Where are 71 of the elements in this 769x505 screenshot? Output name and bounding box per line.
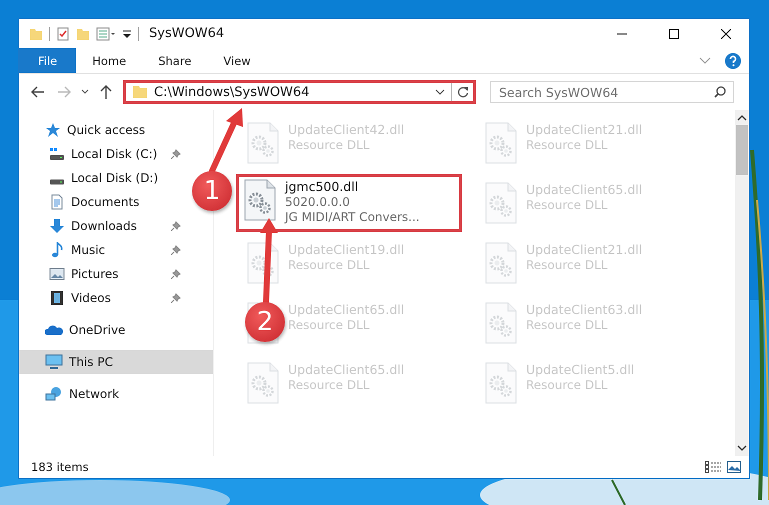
properties-icon[interactable] — [56, 26, 70, 40]
back-arrow-icon — [31, 86, 45, 98]
scrollbar-thumb[interactable] — [736, 125, 748, 175]
folder-icon — [132, 85, 148, 99]
document-icon — [49, 194, 65, 210]
nav-item[interactable]: Documents — [19, 190, 189, 214]
address-path: C:\Windows\SysWOW64 — [154, 84, 310, 100]
dll-file-icon — [484, 242, 518, 284]
item-count: 183 items — [31, 460, 90, 474]
help-icon[interactable] — [725, 52, 741, 68]
down-arrow-icon — [49, 218, 65, 234]
tiles-view-icon[interactable] — [727, 461, 741, 473]
maximize-icon — [669, 28, 679, 38]
file-detail: 5020.0.0.0 — [285, 195, 351, 209]
caret-icon[interactable] — [435, 89, 445, 95]
dll-file-icon — [484, 182, 518, 224]
refresh-icon — [456, 86, 468, 98]
dll-file-icon — [246, 362, 280, 404]
dll-file-icon — [246, 242, 280, 284]
view-options-icon[interactable] — [96, 26, 116, 40]
star-icon — [45, 122, 61, 138]
cloud-icon — [45, 323, 63, 337]
pointer-arrow — [209, 108, 243, 174]
highlighted-file-item[interactable]: jgmc500.dll 5020.0.0.0 JG MIDI/ART Convers... — [236, 174, 462, 232]
pin-icon[interactable] — [171, 149, 181, 159]
dll-file-icon — [484, 122, 518, 164]
music-note-icon — [49, 242, 65, 258]
drive-icon — [49, 147, 65, 161]
step-marker: 1 — [192, 171, 232, 211]
step-marker: 2 — [245, 302, 285, 342]
monitor-icon — [45, 354, 63, 370]
drive-icon — [49, 179, 65, 185]
film-icon — [49, 290, 65, 306]
pin-icon[interactable] — [171, 269, 181, 279]
up-arrow-icon — [100, 85, 112, 99]
pin-icon[interactable] — [171, 293, 181, 303]
dll-file-icon — [246, 122, 280, 164]
chevron-icon[interactable] — [699, 56, 711, 64]
nav-item[interactable]: Network — [19, 382, 189, 406]
network-icon — [45, 386, 63, 402]
window-title: SysWOW64 — [149, 26, 226, 41]
scroll-up-icon[interactable] — [737, 114, 747, 122]
caret-icon — [81, 89, 89, 95]
dll-file-icon — [484, 362, 518, 404]
scroll-down-icon[interactable] — [737, 444, 747, 452]
pin-icon[interactable] — [171, 221, 181, 231]
dll-file-icon — [484, 302, 518, 344]
ribbon-tab[interactable]: Share — [142, 48, 208, 73]
nav-item[interactable]: This PC — [19, 350, 213, 374]
nav-item[interactable]: Downloads — [19, 214, 189, 238]
nav-item[interactable]: Pictures — [19, 262, 189, 286]
nav-item[interactable]: Local Disk (D:) — [19, 166, 189, 190]
nav-item[interactable]: OneDrive — [19, 318, 189, 342]
file-menu-tab[interactable]: File — [19, 48, 76, 73]
dll-file-icon — [243, 179, 277, 221]
close-icon — [721, 28, 731, 38]
search-icon — [714, 86, 726, 98]
ribbon-tab[interactable]: View — [207, 48, 267, 73]
file-name[interactable]: jgmc500.dll — [285, 179, 420, 194]
nav-item[interactable]: Quick access — [19, 118, 189, 142]
address-bar[interactable]: C:\Windows\SysWOW64 — [123, 80, 476, 104]
nav-item[interactable]: Local Disk (C:) — [19, 142, 189, 166]
ribbon-tab[interactable]: Home — [76, 48, 142, 73]
nav-item[interactable]: Videos — [19, 286, 189, 310]
search-field[interactable]: Search SysWOW64 — [490, 81, 734, 103]
nav-item[interactable]: Music — [19, 238, 189, 262]
forward-arrow-icon — [57, 86, 71, 98]
pin-icon[interactable] — [171, 245, 181, 255]
details-view-icon[interactable] — [705, 461, 721, 473]
picture-icon — [49, 266, 65, 282]
file-detail: JG MIDI/ART Convers... — [285, 210, 420, 224]
